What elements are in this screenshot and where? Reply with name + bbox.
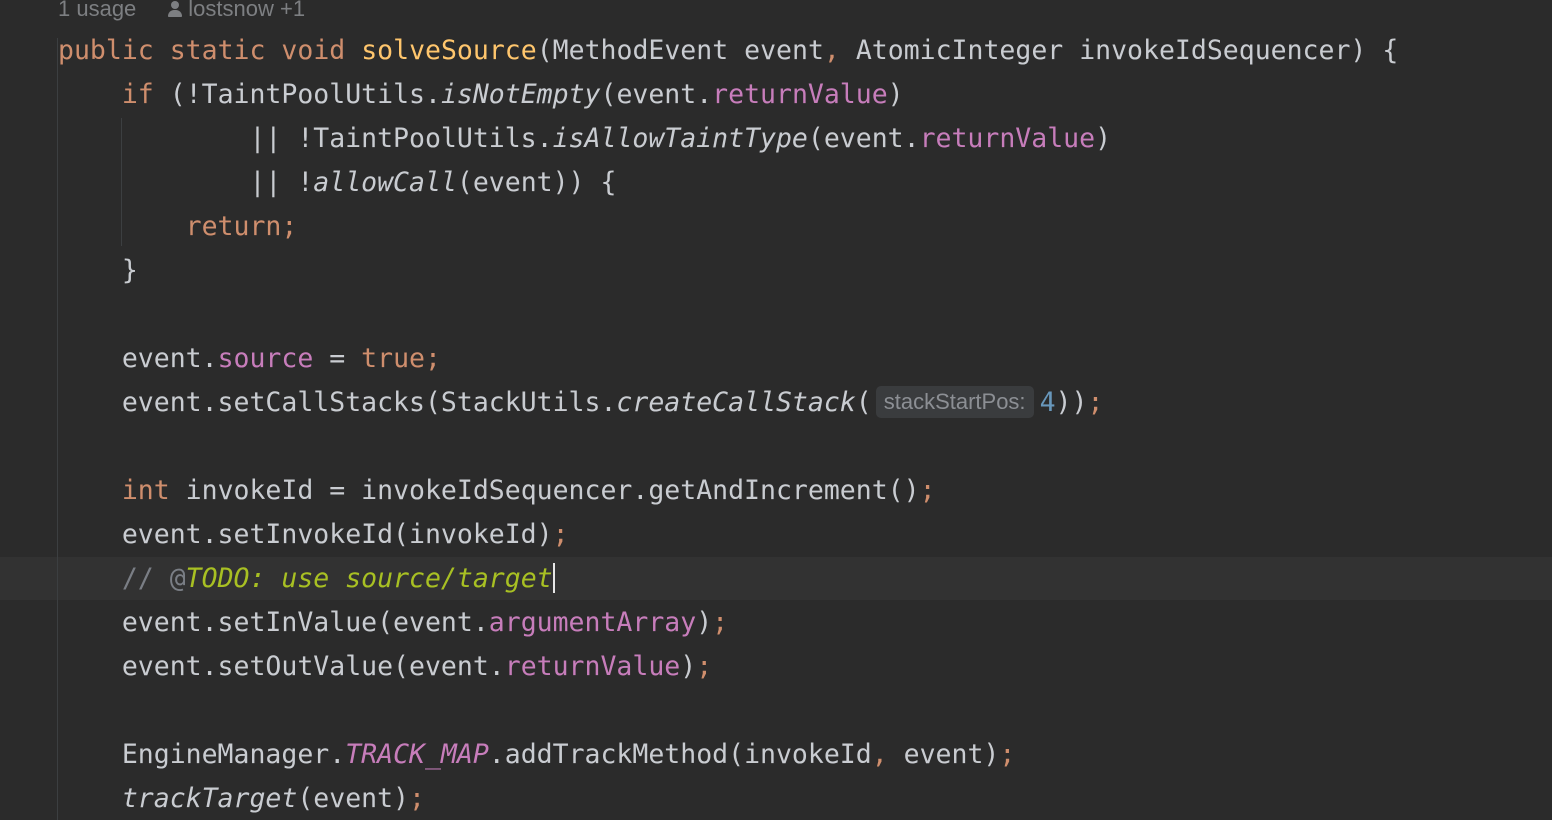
comma: ,: [823, 35, 840, 66]
semicolon: ;: [1087, 387, 1104, 418]
field: returnValue: [919, 123, 1096, 154]
code-editor[interactable]: 1 usage lostsnow +1 public static void so…: [0, 0, 1552, 820]
code-vision-hint[interactable]: 1 usage lostsnow +1: [58, 0, 305, 26]
field: returnValue: [712, 79, 888, 110]
paren: ): [680, 651, 697, 682]
code-text: event.: [121, 343, 218, 374]
code-text: event.setInValue(event.: [121, 607, 489, 638]
code-line[interactable]: || !allowCall(event)) {: [58, 161, 616, 205]
semicolon: ;: [712, 607, 729, 638]
code-line[interactable]: || !TaintPoolUtils.isAllowTaintType(even…: [58, 117, 1111, 161]
semicolon: ;: [919, 475, 936, 506]
comma: ,: [871, 739, 888, 770]
parameter: AtomicInteger invokeIdSequencer) {: [839, 35, 1399, 66]
paren: )): [1055, 387, 1088, 418]
usage-count-link[interactable]: 1 usage: [58, 0, 136, 21]
keyword: true: [361, 343, 425, 374]
code-text: (event): [297, 783, 410, 814]
code-text: (event.: [807, 123, 920, 154]
author-link[interactable]: lostsnow +1: [188, 0, 305, 21]
paren: ): [887, 79, 904, 110]
semicolon: ;: [552, 519, 569, 550]
parameter-name-hint[interactable]: stackStartPos:: [875, 386, 1034, 418]
keyword: void: [281, 35, 346, 66]
semicolon: ;: [409, 783, 425, 814]
code-line[interactable]: event.setInvokeId(invokeId);: [58, 513, 569, 557]
code-line[interactable]: event.setCallStacks(StackUtils.createCal…: [58, 381, 1103, 425]
code-text: EngineManager.: [121, 739, 346, 770]
code-text: || !TaintPoolUtils.: [249, 123, 553, 154]
number-literal: 4: [1039, 387, 1056, 418]
field: source: [217, 343, 314, 374]
keyword: if: [121, 79, 154, 110]
code-line[interactable]: int invokeId = invokeIdSequencer.getAndI…: [58, 469, 936, 513]
code-text: (!TaintPoolUtils.: [153, 79, 441, 110]
code-line[interactable]: return;: [58, 205, 298, 249]
code-line[interactable]: }: [58, 249, 138, 293]
code-text: invokeId = invokeIdSequencer.getAndIncre…: [169, 475, 920, 506]
code-text: event.setCallStacks(StackUtils.: [121, 387, 617, 418]
code-text: event.setInvokeId(invokeId): [121, 519, 553, 550]
code-line[interactable]: event.source = true;: [58, 337, 441, 381]
field: returnValue: [504, 651, 681, 682]
keyword: static: [169, 35, 266, 66]
parameter: MethodEvent event: [552, 35, 824, 66]
paren: (: [855, 387, 872, 418]
code-text: .addTrackMethod(invokeId: [488, 739, 872, 770]
code-line[interactable]: event.setOutValue(event.returnValue);: [58, 645, 712, 689]
semicolon: ;: [696, 651, 713, 682]
field: argumentArray: [488, 607, 697, 638]
comment: // @: [121, 563, 186, 594]
method-declaration: solveSource: [361, 35, 537, 66]
static-method-call: isNotEmpty: [440, 79, 601, 110]
code-text: event.setOutValue(event.: [121, 651, 505, 682]
paren: ): [1095, 123, 1112, 154]
code-text: || !: [249, 167, 314, 198]
static-constant: TRACK_MAP: [345, 739, 489, 770]
keyword: public: [58, 35, 154, 66]
code-text: (event)) {: [456, 167, 617, 198]
paren: ): [696, 607, 713, 638]
user-icon: [168, 1, 183, 17]
code-line-current[interactable]: // @TODO: use source/target: [58, 557, 555, 601]
keyword: int: [121, 475, 170, 506]
todo-comment: TODO: use source/target: [185, 563, 553, 594]
method-call: trackTarget: [121, 783, 298, 814]
code-line[interactable]: EngineManager.TRACK_MAP.addTrackMethod(i…: [58, 733, 1016, 777]
code-line[interactable]: public static void solveSource(MethodEve…: [58, 29, 1398, 73]
code-text: event): [887, 739, 1000, 770]
semicolon: ;: [281, 211, 298, 242]
operator: =: [313, 343, 362, 374]
brace: }: [121, 255, 138, 286]
paren: (: [536, 35, 553, 66]
text-caret: [552, 563, 555, 593]
static-method-call: createCallStack: [616, 387, 856, 418]
code-line[interactable]: if (!TaintPoolUtils.isNotEmpty(event.ret…: [58, 73, 904, 117]
code-line[interactable]: trackTarget(event);: [58, 777, 425, 820]
static-method-call: allowCall: [313, 167, 457, 198]
semicolon: ;: [999, 739, 1016, 770]
code-line[interactable]: event.setInValue(event.argumentArray);: [58, 601, 728, 645]
static-method-call: isAllowTaintType: [552, 123, 808, 154]
keyword: return: [185, 211, 282, 242]
code-text: (event.: [600, 79, 713, 110]
semicolon: ;: [425, 343, 441, 374]
